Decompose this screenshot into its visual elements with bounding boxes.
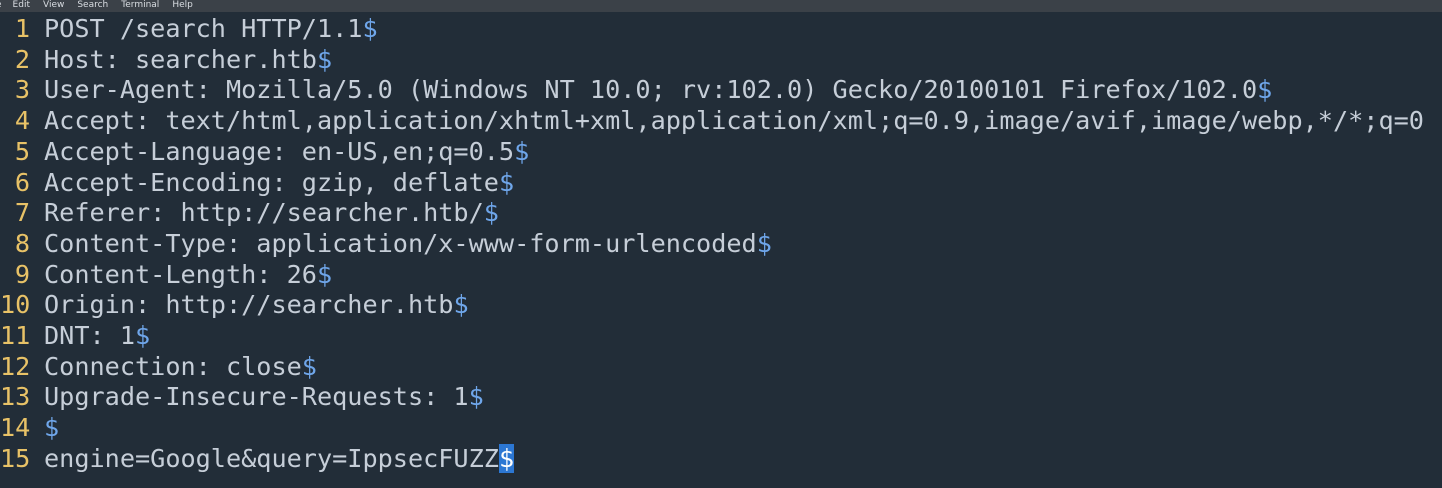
eol-marker: $: [514, 136, 530, 166]
editor-line: 14 $: [0, 413, 1442, 444]
line-number: 14: [0, 413, 31, 443]
terminal-window: e Edit View Search Terminal Help 1 POST /searc…: [0, 0, 1442, 488]
line-text: Content-Length: 26: [44, 259, 317, 289]
line-number: 15: [0, 443, 31, 473]
editor-line: 3 User-Agent: Mozilla/5.0 (Windows NT 10.…: [0, 75, 1442, 106]
line-number: 7: [14, 198, 30, 228]
line-text: Host: searcher.htb: [44, 44, 317, 74]
line-number: 8: [14, 228, 30, 258]
editor-area[interactable]: 1 POST /search HTTP/1.1$ 2 Host: searcher.…: [0, 14, 1442, 488]
eol-marker: $: [362, 14, 378, 43]
editor-line: 10 Origin: http://searcher.htb$: [0, 290, 1442, 321]
eol-marker: $: [316, 259, 333, 289]
editor-line: 1 POST /search HTTP/1.1$: [0, 14, 1442, 45]
editor-line: 12 Connection: close$: [0, 352, 1442, 383]
editor-line: 7 Referer: http://searcher.htb/$: [0, 198, 1442, 229]
eol-marker: $: [44, 413, 60, 443]
line-text: Accept: text/html,application/xhtml+xml,…: [44, 106, 1424, 136]
menu-bar: e Edit View Search Terminal Help: [0, 0, 1442, 12]
menu-file[interactable]: e: [0, 0, 2, 11]
line-number: 2: [14, 44, 30, 74]
line-number: 4: [14, 106, 30, 136]
eol-marker: $: [1257, 75, 1273, 105]
line-number: 1: [14, 14, 30, 43]
menu-view[interactable]: View: [43, 0, 64, 11]
menu-terminal[interactable]: Terminal: [121, 0, 159, 11]
editor-line: 9 Content-Length: 26$: [0, 260, 1442, 291]
line-text: Accept-Encoding: gzip, deflate: [44, 167, 499, 197]
line-number: 12: [0, 351, 31, 381]
line-number: 11: [0, 321, 31, 350]
editor-line: 2 Host: searcher.htb$: [0, 45, 1442, 76]
eol-marker: $: [316, 44, 333, 74]
line-text: User-Agent: Mozilla/5.0 (Windows NT 10.0…: [44, 75, 1258, 105]
menu-edit[interactable]: Edit: [13, 0, 30, 11]
text-cursor: $: [498, 443, 515, 473]
line-number: 9: [14, 259, 30, 289]
editor-line: 8 Content-Type: application/x-www-form-ur…: [0, 229, 1442, 260]
line-number: 5: [14, 136, 30, 166]
line-number: 10: [0, 290, 31, 320]
eol-marker: $: [756, 228, 772, 258]
eol-marker: $: [453, 290, 469, 320]
line-text: POST /search HTTP/1.1: [44, 14, 363, 43]
eol-marker: $: [483, 198, 499, 228]
editor-line: 11 DNT: 1$: [0, 321, 1442, 352]
line-text: Accept-Language: en-US,en;q=0.5: [44, 136, 515, 166]
editor-line: 13 Upgrade-Insecure-Requests: 1$: [0, 382, 1442, 413]
menu-help[interactable]: Help: [172, 0, 193, 11]
line-text: engine=Google&query=IppsecFUZZ: [44, 443, 499, 473]
line-text: Referer: http://searcher.htb/: [44, 198, 484, 228]
eol-marker: $: [468, 382, 484, 412]
eol-marker: $: [301, 351, 317, 381]
eol-marker: $: [135, 321, 151, 350]
line-text: Origin: http://searcher.htb: [44, 290, 454, 320]
line-text: DNT: 1: [44, 321, 135, 350]
line-number: 3: [14, 75, 30, 105]
editor-line: 15 engine=Google&query=IppsecFUZZ$: [0, 443, 1442, 475]
editor-line: 6 Accept-Encoding: gzip, deflate$: [0, 168, 1442, 199]
line-text: Upgrade-Insecure-Requests: 1: [44, 382, 469, 412]
line-text: Content-Type: application/x-www-form-url…: [44, 228, 757, 258]
editor-line: 4 Accept: text/html,application/xhtml+xml…: [0, 106, 1442, 137]
editor-line: 5 Accept-Language: en-US,en;q=0.5$: [0, 137, 1442, 168]
line-number: 6: [14, 167, 30, 197]
line-text: Connection: close: [44, 351, 302, 381]
line-number: 13: [0, 382, 31, 412]
eol-marker: $: [498, 167, 515, 197]
menu-search[interactable]: Search: [77, 0, 108, 11]
